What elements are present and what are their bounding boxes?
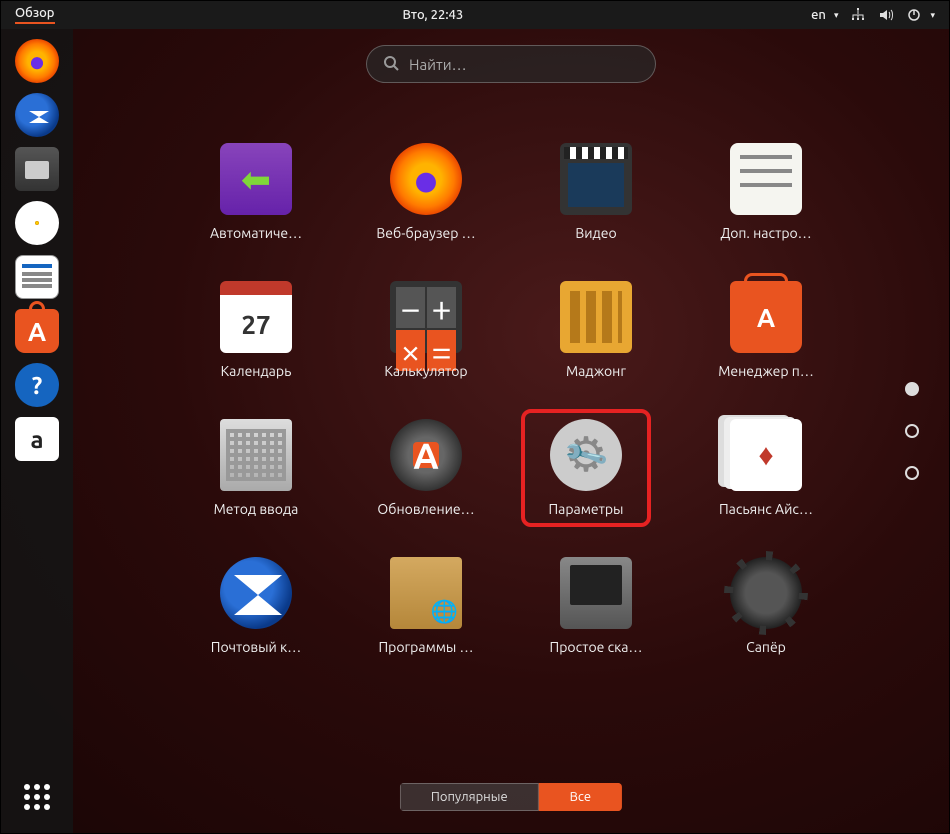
rhythmbox-icon: [15, 201, 59, 245]
settings-icon: [550, 419, 622, 491]
app-label: Параметры: [549, 501, 624, 517]
tab-frequent[interactable]: Популярные: [400, 783, 539, 811]
app-label: Обновление…: [377, 501, 474, 517]
app-calculator[interactable]: −+×= Калькулятор: [361, 281, 491, 379]
dock-item-help[interactable]: ?: [13, 361, 61, 409]
mahjongg-icon: [560, 281, 632, 353]
app-label: Маджонг: [566, 363, 626, 379]
chevron-down-icon: ▾: [930, 10, 935, 21]
software-updater-icon: [390, 419, 462, 491]
videos-icon: [560, 143, 632, 215]
app-calendar[interactable]: Календарь: [191, 281, 321, 379]
app-software-manager[interactable]: Менеджер п…: [701, 281, 831, 379]
volume-icon[interactable]: [878, 7, 894, 23]
calendar-icon: [220, 281, 292, 353]
input-method-icon: [220, 419, 292, 491]
app-label: Автоматиче…: [210, 225, 302, 241]
aisleriot-icon: [730, 419, 802, 491]
thunderbird-icon: [15, 93, 59, 137]
simple-scan-icon: [560, 557, 632, 629]
page-dot-2[interactable]: [905, 424, 919, 438]
libreoffice-writer-icon: [15, 255, 59, 299]
app-thunderbird[interactable]: Почтовый к…: [191, 557, 321, 655]
app-mines[interactable]: Сапёр: [701, 557, 831, 655]
backup-icon: [220, 143, 292, 215]
search-icon: [383, 55, 399, 74]
app-label: Пасьянс Айс…: [719, 501, 813, 517]
software-manager-icon: [730, 281, 802, 353]
app-label: Веб-браузер …: [376, 225, 475, 241]
dock-item-firefox[interactable]: [13, 37, 61, 85]
app-mahjongg[interactable]: Маджонг: [531, 281, 661, 379]
app-software-updater[interactable]: Обновление…: [361, 419, 491, 517]
show-applications-button[interactable]: [13, 773, 61, 821]
app-backup[interactable]: Автоматиче…: [191, 143, 321, 241]
help-icon: ?: [15, 363, 59, 407]
files-icon: [15, 147, 59, 191]
dock-item-rhythmbox[interactable]: [13, 199, 61, 247]
thunderbird-icon: [220, 557, 292, 629]
app-software-properties[interactable]: Программы …: [361, 557, 491, 655]
app-settings[interactable]: Параметры: [521, 409, 651, 527]
power-icon[interactable]: [906, 7, 922, 23]
amazon-icon: a: [15, 417, 59, 461]
applications-overview: Найти… Автоматиче… Веб-браузер … Видео Доп.…: [73, 29, 949, 833]
app-videos[interactable]: Видео: [531, 143, 661, 241]
app-label: Метод ввода: [214, 501, 299, 517]
page-dot-1[interactable]: [905, 382, 919, 396]
activities-button[interactable]: Обзор: [15, 6, 55, 24]
app-simple-scan[interactable]: Простое ска…: [531, 557, 661, 655]
app-label: Простое ска…: [550, 639, 643, 655]
firefox-icon: [15, 39, 59, 83]
language-indicator[interactable]: en: [811, 8, 826, 22]
clock[interactable]: Вто, 22:43: [402, 8, 463, 22]
app-label: Календарь: [221, 363, 292, 379]
top-bar: Обзор Вто, 22:43 en ▾ ▾: [1, 1, 949, 29]
app-label: Почтовый к…: [211, 639, 301, 655]
calculator-icon: −+×=: [390, 281, 462, 353]
app-firefox[interactable]: Веб-браузер …: [361, 143, 491, 241]
network-icon[interactable]: [850, 7, 866, 23]
app-label: Сапёр: [746, 639, 786, 655]
dock-item-files[interactable]: [13, 145, 61, 193]
dock-item-thunderbird[interactable]: [13, 91, 61, 139]
tab-all[interactable]: Все: [539, 783, 622, 811]
search-input[interactable]: Найти…: [366, 45, 656, 83]
search-placeholder: Найти…: [409, 56, 467, 73]
software-center-icon: [15, 309, 59, 353]
dock-item-amazon[interactable]: a: [13, 415, 61, 463]
app-label: Менеджер п…: [718, 363, 814, 379]
page-indicator: [905, 382, 919, 480]
app-tweaks[interactable]: Доп. настро…: [701, 143, 831, 241]
software-properties-icon: [390, 557, 462, 629]
chevron-down-icon: ▾: [834, 10, 839, 21]
app-label: Доп. настро…: [720, 225, 811, 241]
app-label: Видео: [575, 225, 616, 241]
view-selector: Популярные Все: [400, 783, 622, 811]
app-input-method[interactable]: Метод ввода: [191, 419, 321, 517]
mines-icon: [730, 557, 802, 629]
page-dot-3[interactable]: [905, 466, 919, 480]
dock: ?a: [1, 29, 73, 833]
tweaks-icon: [730, 143, 802, 215]
app-label: Программы …: [379, 639, 474, 655]
app-grid: Автоматиче… Веб-браузер … Видео Доп. настро…: [191, 143, 831, 655]
dock-item-software-center[interactable]: [13, 307, 61, 355]
dock-item-libreoffice-writer[interactable]: [13, 253, 61, 301]
app-label: Калькулятор: [384, 363, 467, 379]
firefox-icon: [390, 143, 462, 215]
app-aisleriot[interactable]: Пасьянс Айс…: [701, 419, 831, 517]
